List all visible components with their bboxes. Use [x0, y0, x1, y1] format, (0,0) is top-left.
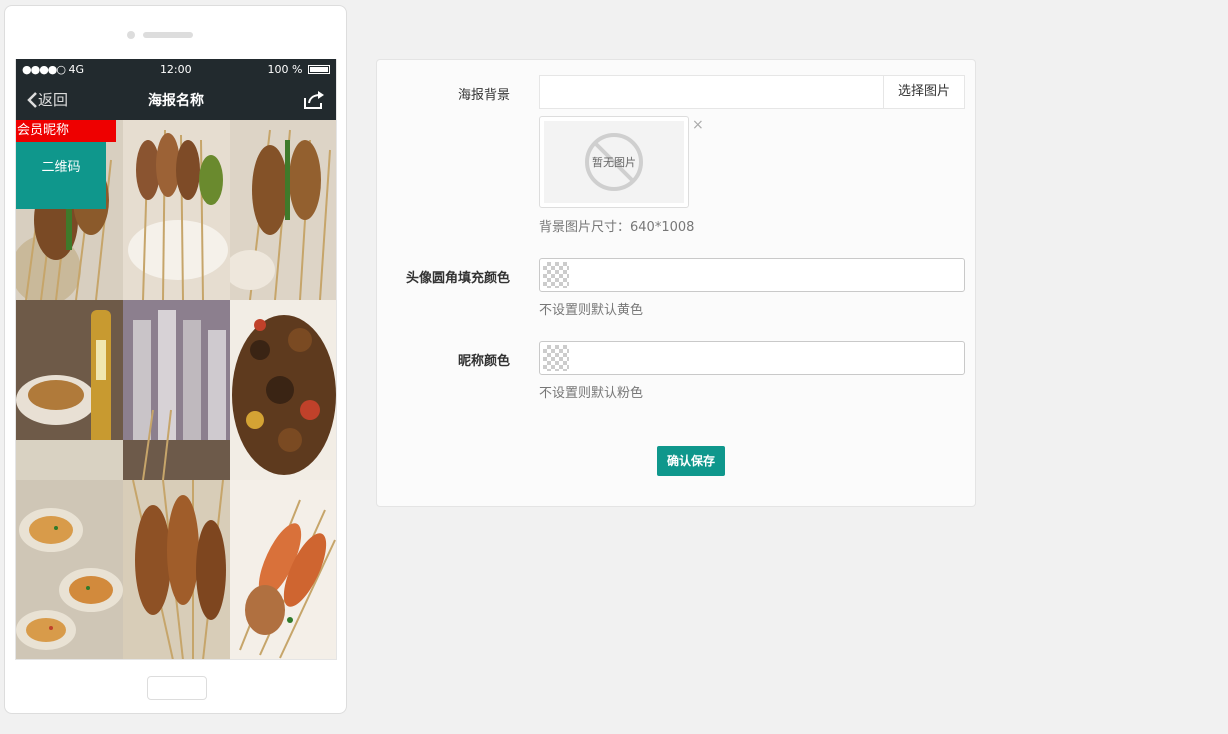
status-bar: ●●●●○ 4G 12:00 100 %	[16, 59, 336, 79]
background-label: 海报背景	[457, 88, 510, 103]
no-image-placeholder: 暂无图片	[544, 121, 684, 203]
phone-camera-dot	[127, 31, 135, 39]
phone-home-button	[147, 676, 207, 700]
back-button[interactable]: 返回	[26, 89, 68, 110]
avatar-fill-color-hint: 不设置则默认黄色	[539, 303, 644, 318]
avatar-fill-color-input[interactable]	[539, 258, 965, 292]
color-swatch[interactable]	[543, 262, 569, 288]
battery-group: 100 %	[268, 63, 330, 76]
food-photo	[123, 120, 230, 300]
qrcode-placeholder[interactable]: 二维码	[16, 142, 106, 209]
nickname-color-label: 昵称颜色	[457, 354, 510, 369]
status-time: 12:00	[159, 62, 192, 76]
poster-settings-form: 海报背景 选择图片 暂无图片 × 背景图片尺寸：640*1008 头像圆角填充颜…	[376, 59, 976, 507]
share-icon	[304, 90, 324, 109]
food-photo	[16, 480, 123, 659]
close-icon[interactable]: ×	[692, 117, 704, 133]
phone-preview: ●●●●○ 4G 12:00 100 % 返回 海报名称 会员昵称 二维码	[4, 5, 347, 714]
avatar-fill-color-label: 头像圆角填充颜色	[405, 271, 510, 286]
battery-icon	[308, 65, 330, 74]
food-photo	[123, 480, 230, 659]
chevron-left-icon	[27, 91, 37, 108]
confirm-save-button[interactable]: 确认保存	[657, 446, 725, 476]
food-photo	[230, 300, 336, 480]
no-image-text: 暂无图片	[592, 156, 636, 169]
back-label: 返回	[38, 91, 69, 109]
food-photo	[16, 300, 123, 480]
color-swatch[interactable]	[543, 345, 569, 371]
food-photo	[230, 120, 336, 300]
nickname-color-input[interactable]	[539, 341, 965, 375]
battery-percent: 100 %	[267, 62, 303, 76]
food-photo	[123, 300, 230, 480]
network-label: 4G	[68, 62, 85, 76]
background-image-input[interactable]	[539, 75, 884, 109]
image-preview: 暂无图片	[539, 116, 689, 208]
food-photo	[230, 480, 336, 659]
phone-speaker	[143, 32, 193, 38]
signal-icon: ●●●●○	[22, 62, 66, 76]
select-image-button[interactable]: 选择图片	[883, 75, 965, 109]
background-size-hint: 背景图片尺寸：640*1008	[539, 220, 695, 235]
nav-bar: 返回 海报名称	[16, 79, 336, 120]
nickname-placeholder[interactable]: 会员昵称	[16, 120, 116, 142]
phone-screen: ●●●●○ 4G 12:00 100 % 返回 海报名称 会员昵称 二维码	[15, 59, 337, 660]
nickname-color-hint: 不设置则默认粉色	[539, 386, 644, 401]
signal-group: ●●●●○ 4G	[22, 63, 84, 76]
share-button[interactable]	[302, 90, 326, 110]
